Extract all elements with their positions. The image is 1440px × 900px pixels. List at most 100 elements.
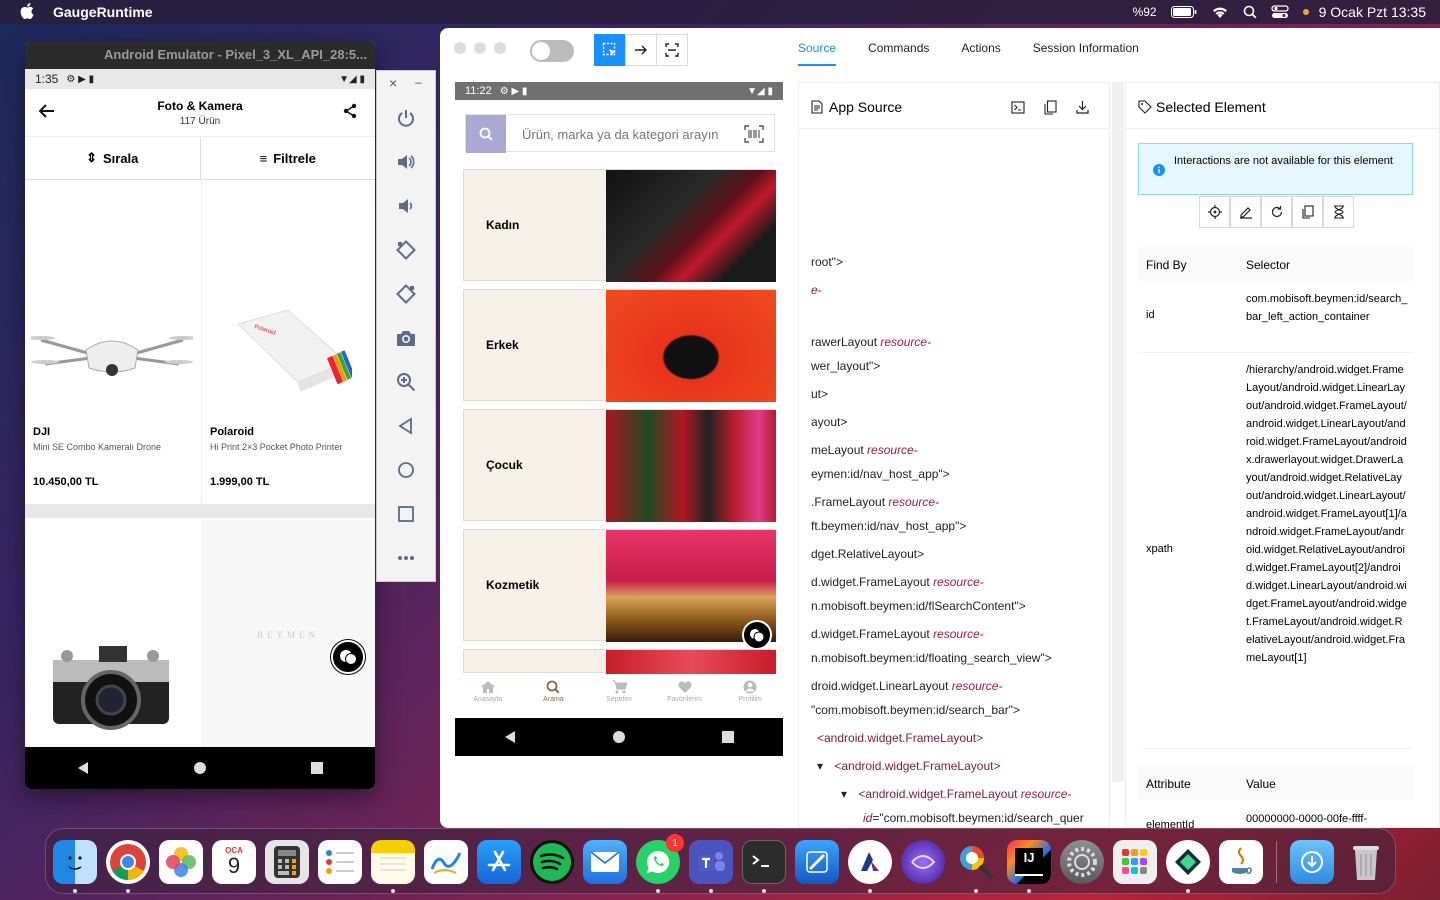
teams-icon[interactable] [689, 840, 733, 884]
table-row[interactable]: xpath /hierarchy/android.widget.FrameLay… [1138, 353, 1413, 749]
source-node[interactable]: root"> [811, 255, 843, 269]
source-node[interactable]: meLayout resource- [811, 443, 918, 457]
battery-icon[interactable] [1170, 6, 1197, 18]
get-timing-button[interactable] [1323, 196, 1354, 228]
source-node[interactable]: .FrameLayout resource- [811, 495, 939, 509]
volume-down-icon[interactable] [391, 191, 421, 221]
nav-back-icon[interactable] [76, 761, 90, 775]
source-node[interactable]: droid.widget.LinearLayout resource- [811, 679, 1002, 693]
rotate-left-icon[interactable] [391, 235, 421, 265]
source-node[interactable]: rawerLayout resource- [811, 335, 931, 349]
device-nav-back-icon[interactable] [503, 730, 517, 744]
tap-element-button[interactable] [1199, 196, 1230, 228]
xcode-icon[interactable] [795, 840, 839, 884]
whatsapp-icon[interactable]: 1 [636, 834, 684, 884]
appium-inspector-icon[interactable] [848, 840, 892, 884]
download-icon[interactable] [1076, 100, 1089, 114]
more-icon[interactable] [391, 543, 421, 573]
filter-button[interactable]: ≡ Filtrele [201, 137, 376, 179]
toolbar-close-button[interactable]: × [389, 75, 397, 91]
back-icon[interactable] [391, 411, 421, 441]
apple-icon[interactable] [20, 3, 34, 19]
downloads-folder-icon[interactable] [1290, 840, 1334, 884]
source-node[interactable]: id="com.mobisoft.beymen:id/search_quer [863, 811, 1084, 825]
emulator-title-bar[interactable]: Android Emulator - Pixel_3_XL_API_28:5..… [25, 41, 375, 69]
attribute-value[interactable]: 00000000-0000-00fe-ffff- [1246, 810, 1408, 828]
tab-session-information[interactable]: Session Information [1033, 28, 1139, 66]
source-node[interactable]: d.widget.FrameLayout resource- [811, 575, 984, 589]
charles-proxy-icon[interactable] [954, 840, 998, 884]
native-web-toggle[interactable] [530, 40, 574, 62]
category-card-partial[interactable] [463, 649, 776, 674]
device-tab-arama[interactable]: Arama [523, 674, 583, 716]
source-node[interactable]: eymen:id/nav_host_app"> [811, 467, 950, 481]
zoom-icon[interactable] [391, 367, 421, 397]
swipe-mode-button[interactable] [625, 34, 657, 66]
tab-source[interactable]: Source [798, 28, 837, 66]
notes-icon[interactable] [371, 840, 415, 884]
source-node[interactable]: wer_layout"> [811, 359, 880, 373]
source-node[interactable]: ▾ <android.widget.FrameLayout resource- [841, 787, 1071, 801]
source-node[interactable]: ft.beymen:id/nav_host_app"> [811, 519, 966, 533]
copy-icon[interactable] [1044, 100, 1057, 115]
android-studio-icon[interactable] [1166, 840, 1210, 884]
device-screenshot[interactable]: 11:22 ⚙ ▶ ▮ ▼◢ ▮ Ürün, marka ya da kateg… [455, 82, 783, 756]
chrome-icon[interactable] [106, 840, 150, 884]
spotlight-search-icon[interactable] [1243, 5, 1257, 19]
spotify-icon[interactable] [530, 840, 574, 884]
chat-fab[interactable] [331, 640, 365, 674]
camera-icon[interactable] [391, 323, 421, 353]
source-node[interactable]: n.mobisoft.beymen:id/floating_search_vie… [811, 651, 1052, 665]
power-icon[interactable] [391, 103, 421, 133]
rotate-right-icon[interactable] [391, 279, 421, 309]
calculator-icon[interactable] [265, 840, 309, 884]
terminal-icon[interactable] [1011, 101, 1025, 114]
control-center-icon[interactable] [1270, 5, 1289, 19]
system-settings-icon[interactable] [1060, 840, 1104, 884]
source-node[interactable]: e- [811, 283, 822, 297]
source-node[interactable]: ayout> [811, 415, 847, 429]
device-nav-home-icon[interactable] [612, 730, 626, 744]
source-node[interactable]: ▾ <android.widget.FrameLayout> [817, 759, 1000, 773]
home-icon[interactable] [391, 455, 421, 485]
terminal-icon[interactable] [742, 840, 786, 884]
mail-icon[interactable] [583, 840, 627, 884]
overview-icon[interactable] [391, 499, 421, 529]
freeform-icon[interactable] [424, 840, 468, 884]
expand-caret-icon[interactable]: ▾ [817, 759, 826, 773]
nav-home-icon[interactable] [193, 761, 207, 775]
device-tab-favorilerim[interactable]: Favorilerim [655, 674, 715, 716]
source-scrollbar[interactable] [1112, 82, 1124, 782]
sort-button[interactable]: ⇕ Sırala [25, 137, 201, 179]
reminders-icon[interactable] [318, 840, 362, 884]
clear-button[interactable] [1261, 196, 1292, 228]
menubar-app-name[interactable]: GaugeRuntime [53, 4, 153, 20]
window-zoom-button[interactable] [494, 42, 506, 54]
photos-icon[interactable] [159, 840, 203, 884]
selector-value[interactable]: /hierarchy/android.widget.FrameLayout/an… [1246, 361, 1408, 667]
tap-coordinates-button[interactable] [656, 34, 688, 66]
java-icon[interactable] [1219, 840, 1263, 884]
send-keys-button[interactable] [1230, 196, 1261, 228]
selector-value[interactable]: com.mobisoft.beymen:id/search_bar_left_a… [1246, 290, 1408, 326]
menubar-datetime[interactable]: 9 Ocak Pzt 13:35 [1319, 4, 1426, 20]
toolbar-minimize-button[interactable]: – [415, 75, 422, 89]
nav-overview-icon[interactable] [310, 761, 324, 775]
device-tab-profilim[interactable]: Profilim [720, 674, 780, 716]
source-node[interactable]: n.mobisoft.beymen:id/flSearchContent"> [811, 599, 1026, 613]
window-close-button[interactable] [454, 42, 466, 54]
device-tab-sepetim[interactable]: Sepetim [589, 674, 649, 716]
category-card-kadin[interactable]: Kadın [463, 169, 776, 282]
expand-caret-icon[interactable]: ▾ [841, 787, 850, 801]
category-card-kozmetik[interactable]: Kozmetik [463, 529, 776, 650]
source-node[interactable]: <android.widget.FrameLayout> [817, 731, 983, 745]
product-card[interactable]: DJI Mini SE Combo Kameralı Drone 10.450,… [25, 180, 199, 502]
table-row[interactable]: elementId 00000000-0000-00fe-ffff- [1138, 800, 1413, 828]
search-icon[interactable] [466, 115, 506, 153]
tab-actions[interactable]: Actions [961, 28, 1000, 66]
barcode-scan-icon[interactable] [744, 125, 764, 143]
device-nav-overview-icon[interactable] [721, 730, 735, 744]
category-card-erkek[interactable]: Erkek [463, 289, 776, 402]
share-icon[interactable] [343, 103, 357, 119]
intellij-icon[interactable]: IJ [1007, 840, 1051, 884]
